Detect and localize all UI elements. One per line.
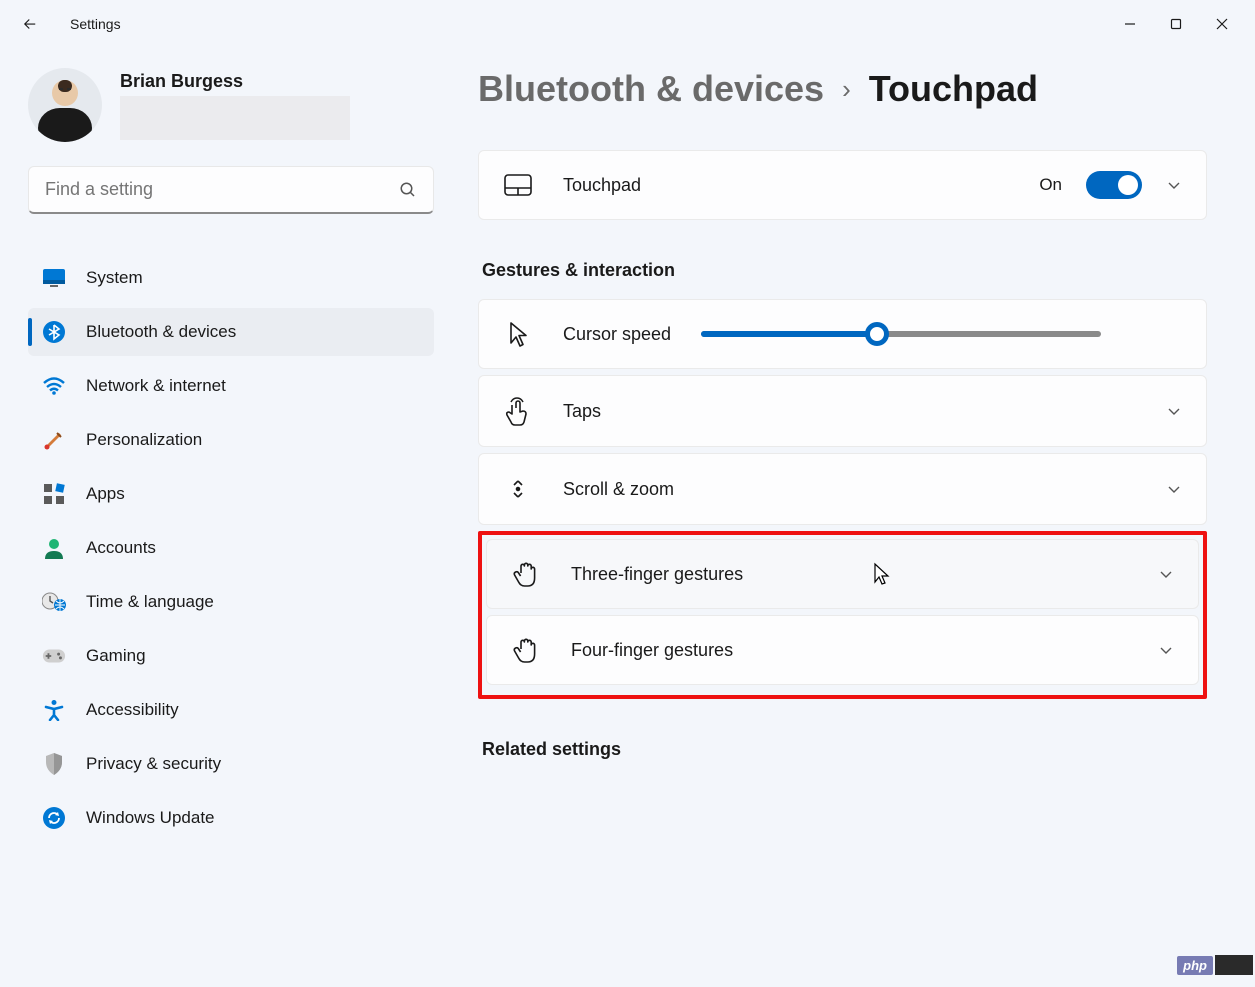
app-title: Settings (70, 16, 121, 32)
search-box[interactable] (28, 166, 434, 214)
sidebar-item-label: Bluetooth & devices (86, 322, 236, 342)
section-gestures-header: Gestures & interaction (482, 260, 1207, 281)
sidebar-item-accessibility[interactable]: Accessibility (28, 686, 434, 734)
card-label: Cursor speed (563, 324, 671, 345)
slider-thumb[interactable] (865, 322, 889, 346)
sidebar: Brian Burgess System Bluetooth & devices… (0, 48, 448, 987)
watermark: php (1177, 955, 1253, 975)
chevron-down-icon (1166, 403, 1182, 419)
card-label: Scroll & zoom (563, 479, 1166, 500)
minimize-icon (1124, 18, 1136, 30)
sidebar-item-network[interactable]: Network & internet (28, 362, 434, 410)
avatar (28, 68, 102, 142)
search-input[interactable] (45, 179, 399, 200)
profile-name: Brian Burgess (120, 71, 350, 92)
chevron-down-icon (1158, 642, 1174, 658)
sidebar-item-system[interactable]: System (28, 254, 434, 302)
breadcrumb-parent[interactable]: Bluetooth & devices (478, 68, 824, 110)
four-finger-gestures-card[interactable]: Four-finger gestures (486, 615, 1199, 685)
sidebar-item-time-language[interactable]: Time & language (28, 578, 434, 626)
system-icon (42, 266, 66, 290)
bluetooth-icon (42, 320, 66, 344)
chevron-down-icon[interactable] (1166, 177, 1182, 193)
card-label: Touchpad (563, 175, 1039, 196)
sidebar-item-apps[interactable]: Apps (28, 470, 434, 518)
sidebar-item-label: Network & internet (86, 376, 226, 396)
chevron-right-icon: › (842, 74, 851, 105)
maximize-icon (1170, 18, 1182, 30)
profile-block[interactable]: Brian Burgess (28, 68, 434, 142)
gaming-icon (42, 644, 66, 668)
minimize-button[interactable] (1107, 8, 1153, 40)
search-icon (399, 181, 417, 199)
maximize-button[interactable] (1153, 8, 1199, 40)
sidebar-item-gaming[interactable]: Gaming (28, 632, 434, 680)
card-label: Four-finger gestures (571, 640, 1158, 661)
wifi-icon (42, 374, 66, 398)
highlight-annotation: Three-finger gestures Four-finger gestur… (478, 531, 1207, 699)
scroll-zoom-card[interactable]: Scroll & zoom (478, 453, 1207, 525)
touchpad-toggle[interactable] (1086, 171, 1142, 199)
tap-icon (503, 396, 533, 426)
section-related-header: Related settings (482, 739, 1207, 760)
sidebar-item-accounts[interactable]: Accounts (28, 524, 434, 572)
touchpad-icon (503, 173, 533, 197)
breadcrumb: Bluetooth & devices › Touchpad (478, 68, 1207, 110)
watermark-cn (1215, 955, 1253, 975)
arrow-left-icon (21, 15, 39, 33)
shield-icon (42, 752, 66, 776)
profile-email-redacted (120, 96, 350, 140)
sidebar-item-windows-update[interactable]: Windows Update (28, 794, 434, 842)
sidebar-item-label: Personalization (86, 430, 202, 450)
chevron-down-icon (1166, 481, 1182, 497)
close-icon (1216, 18, 1228, 30)
windows-update-icon (42, 806, 66, 830)
page-title: Touchpad (869, 68, 1038, 110)
scroll-icon (503, 474, 533, 504)
sidebar-item-privacy-security[interactable]: Privacy & security (28, 740, 434, 788)
sidebar-item-label: Apps (86, 484, 125, 504)
cursor-icon (503, 320, 533, 348)
taps-card[interactable]: Taps (478, 375, 1207, 447)
window-controls (1107, 8, 1245, 40)
paintbrush-icon (42, 428, 66, 452)
sidebar-item-personalization[interactable]: Personalization (28, 416, 434, 464)
toggle-state-label: On (1039, 175, 1062, 195)
watermark-php: php (1177, 956, 1213, 975)
sidebar-item-label: Privacy & security (86, 754, 221, 774)
titlebar: Settings (0, 0, 1255, 48)
apps-icon (42, 482, 66, 506)
nav: System Bluetooth & devices Network & int… (28, 254, 434, 842)
close-button[interactable] (1199, 8, 1245, 40)
time-language-icon (42, 590, 66, 614)
sidebar-item-label: Gaming (86, 646, 146, 666)
hand-icon (511, 636, 541, 664)
cursor-speed-slider[interactable] (701, 331, 1101, 337)
sidebar-item-label: Time & language (86, 592, 214, 612)
chevron-down-icon (1158, 566, 1174, 582)
sidebar-item-bluetooth-devices[interactable]: Bluetooth & devices (28, 308, 434, 356)
accessibility-icon (42, 698, 66, 722)
sidebar-item-label: Accessibility (86, 700, 179, 720)
cursor-speed-card: Cursor speed (478, 299, 1207, 369)
hand-icon (511, 560, 541, 588)
back-button[interactable] (10, 4, 50, 44)
card-label: Three-finger gestures (571, 564, 1158, 585)
sidebar-item-label: System (86, 268, 143, 288)
sidebar-item-label: Windows Update (86, 808, 215, 828)
accounts-icon (42, 536, 66, 560)
touchpad-toggle-card[interactable]: Touchpad On (478, 150, 1207, 220)
sidebar-item-label: Accounts (86, 538, 156, 558)
content-area: Bluetooth & devices › Touchpad Touchpad … (448, 48, 1255, 987)
three-finger-gestures-card[interactable]: Three-finger gestures (486, 539, 1199, 609)
card-label: Taps (563, 401, 1166, 422)
